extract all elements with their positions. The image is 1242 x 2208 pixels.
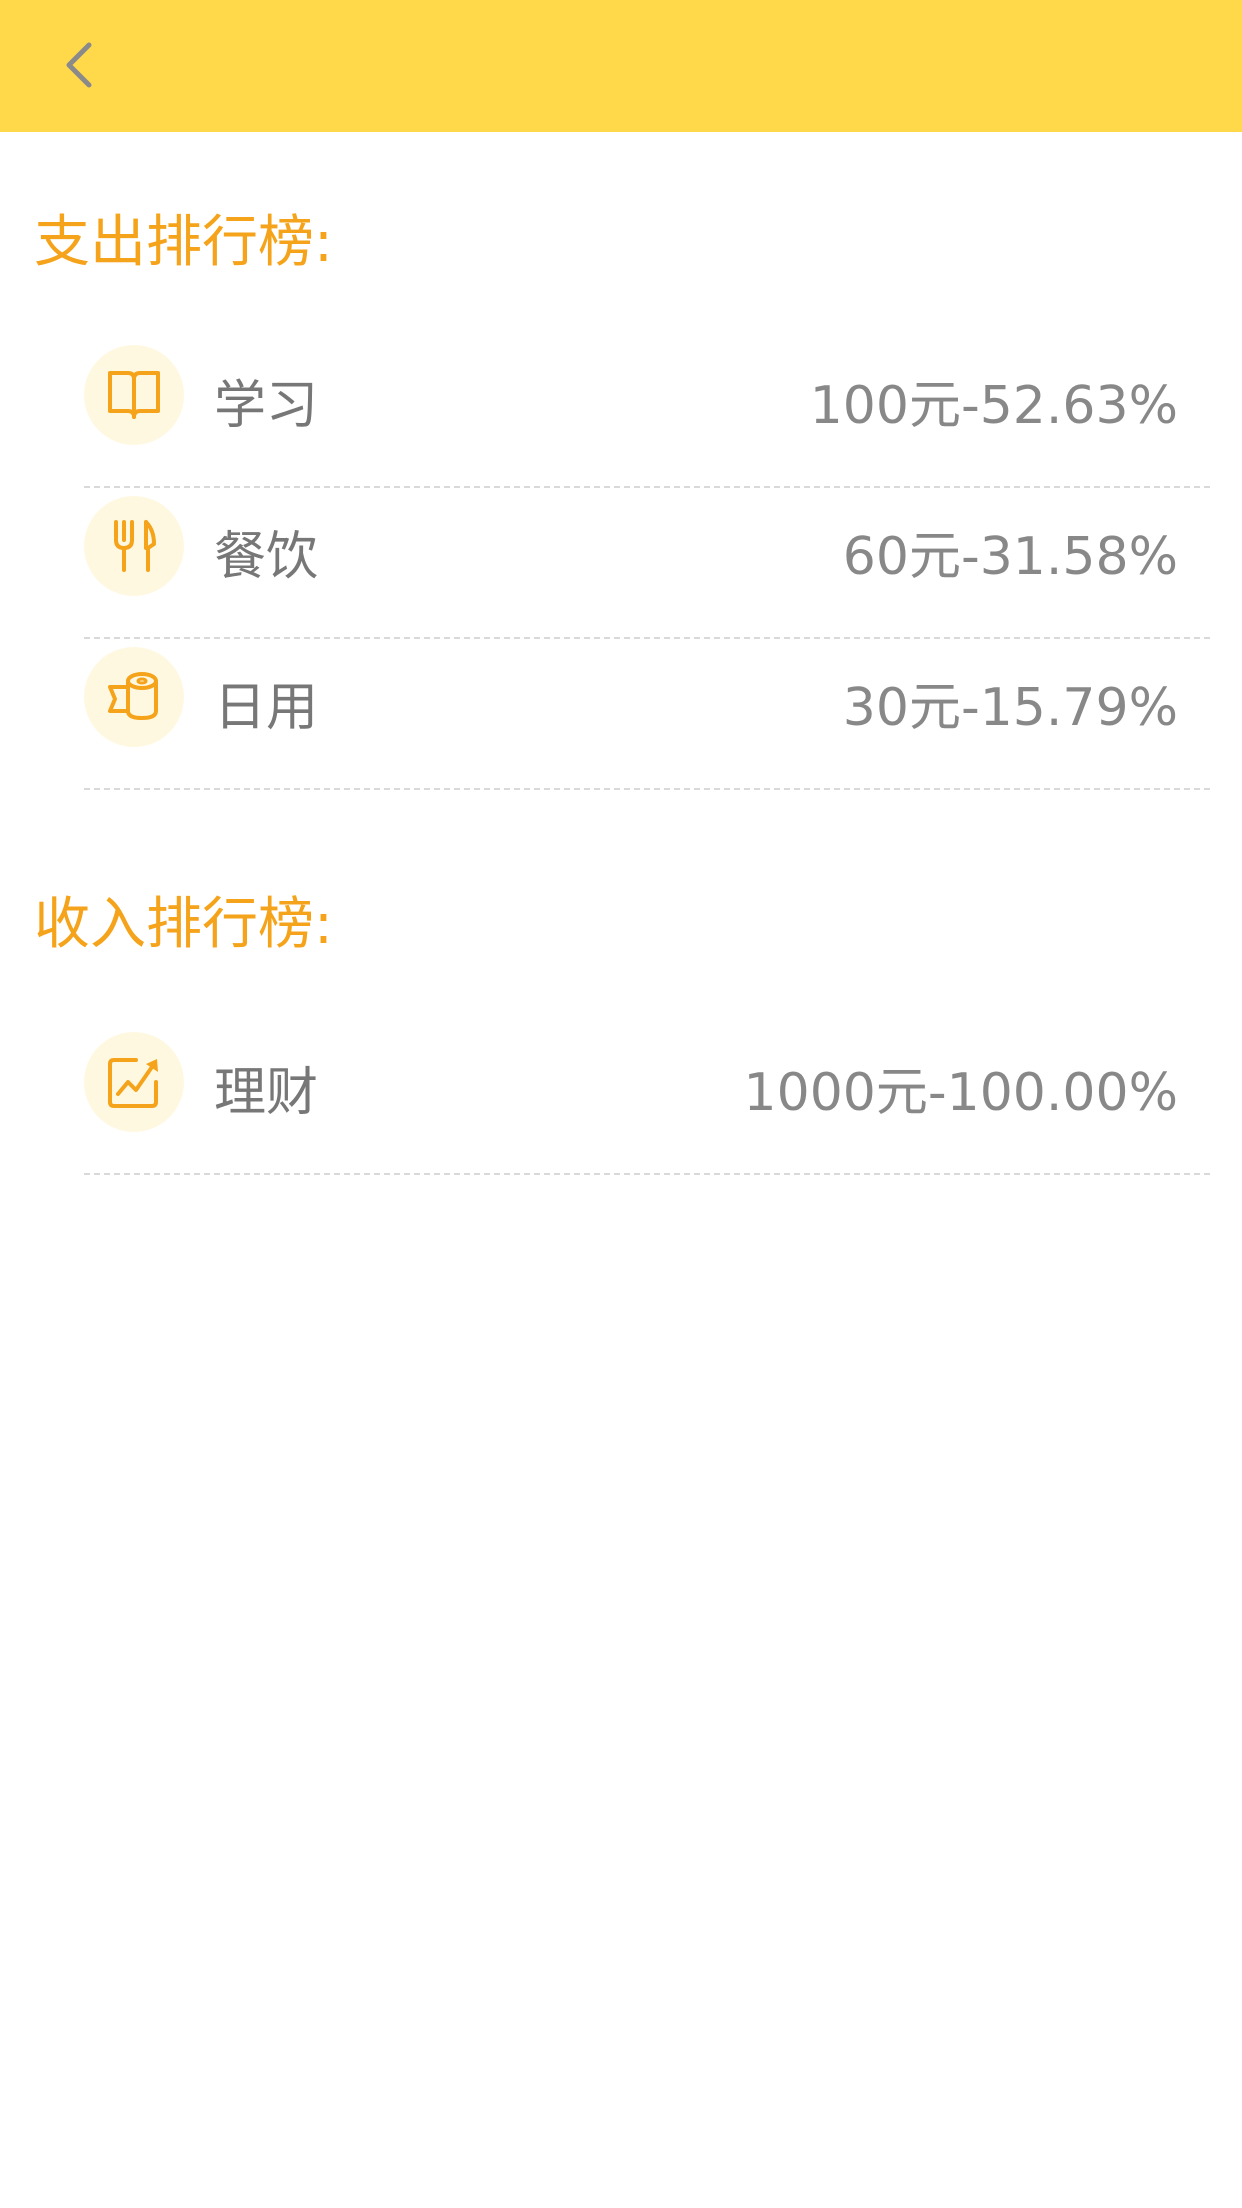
category-icon-container	[84, 345, 184, 445]
amount-percent: 60元-31.58%	[842, 527, 1178, 587]
trend-chart-icon	[108, 1058, 158, 1108]
fork-knife-icon	[114, 520, 156, 572]
category-icon-container	[84, 1032, 184, 1132]
chevron-left-icon	[66, 42, 92, 88]
category-label: 理财	[214, 1063, 319, 1123]
tissue-roll-icon	[108, 672, 158, 721]
back-button[interactable]	[44, 30, 114, 100]
book-icon	[108, 371, 160, 419]
amount-percent: 1000元-100.00%	[743, 1063, 1178, 1123]
list-item[interactable]: 理财 1000元-100.00%	[84, 1024, 1210, 1175]
amount-percent: 100元-52.63%	[809, 376, 1178, 436]
list-item[interactable]: 学习 100元-52.63%	[84, 337, 1210, 488]
category-label: 日用	[214, 678, 319, 738]
top-bar	[0, 0, 1242, 132]
amount-percent: 30元-15.79%	[842, 678, 1178, 738]
list-item[interactable]: 日用 30元-15.79%	[84, 639, 1210, 790]
income-ranking-list: 理财 1000元-100.00%	[84, 1024, 1210, 1175]
category-icon-container	[84, 496, 184, 596]
income-ranking-title: 收入排行榜:	[34, 892, 333, 957]
category-label: 餐饮	[214, 527, 319, 587]
expense-ranking-list: 学习 100元-52.63% 餐饮 60元-31.58% 日用 30元-15.7…	[84, 337, 1210, 790]
list-item[interactable]: 餐饮 60元-31.58%	[84, 488, 1210, 639]
expense-ranking-title: 支出排行榜:	[34, 210, 333, 275]
category-label: 学习	[214, 376, 319, 436]
category-icon-container	[84, 647, 184, 747]
